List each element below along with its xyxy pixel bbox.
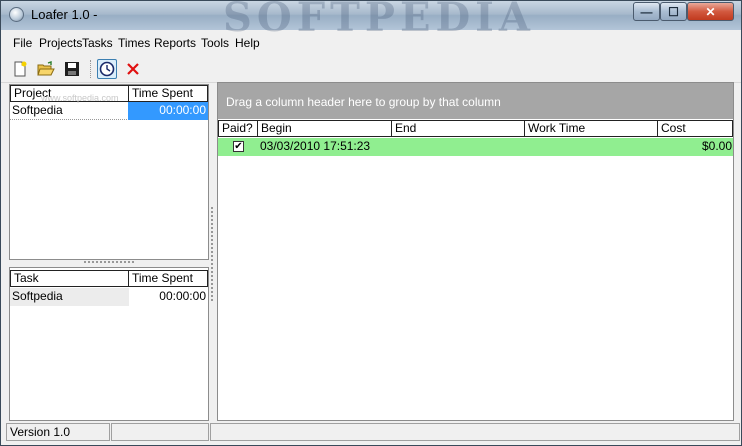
menu-tasks[interactable]: Tasks (82, 36, 113, 50)
project-row-name[interactable]: Softpedia (10, 102, 129, 120)
status-bar: Version 1.0 (1, 421, 741, 445)
projects-header-time[interactable]: Time Spent (128, 85, 208, 102)
menu-bar: File Projects Tasks Times Reports Tools … (1, 32, 741, 54)
menu-tools[interactable]: Tools (201, 36, 229, 50)
clock-timer-icon[interactable] (97, 59, 117, 79)
times-header-end[interactable]: End (391, 120, 525, 137)
new-document-icon[interactable] (10, 59, 30, 79)
vertical-splitter[interactable] (210, 206, 214, 302)
times-row-end[interactable] (394, 138, 524, 156)
menu-times[interactable]: Times (118, 36, 150, 50)
maximize-button[interactable]: ☐ (660, 2, 687, 21)
toolbar-separator (90, 60, 92, 78)
project-row-time[interactable]: 00:00:00 (128, 102, 208, 120)
task-row-name[interactable]: Softpedia (10, 288, 129, 306)
times-header-cost[interactable]: Cost (657, 120, 733, 137)
save-disk-icon[interactable] (62, 59, 82, 79)
check-icon: ✔ (234, 141, 243, 152)
menu-projects[interactable]: Projects (39, 36, 82, 50)
task-row-time[interactable]: 00:00:00 (128, 288, 208, 306)
times-header-begin[interactable]: Begin (257, 120, 392, 137)
close-button[interactable]: ✕ (687, 2, 734, 21)
tasks-header-time[interactable]: Time Spent (128, 270, 208, 287)
times-row-cost[interactable]: $0.00 (657, 138, 733, 156)
paid-checkbox[interactable]: ✔ (233, 141, 244, 152)
menu-file[interactable]: File (13, 36, 32, 50)
status-panel-2 (111, 423, 209, 441)
times-row-work-time[interactable] (527, 138, 657, 156)
tasks-header-task[interactable]: Task (10, 270, 129, 287)
group-hint: Drag a column header here to group by th… (226, 95, 501, 109)
title-bar[interactable]: Loafer 1.0 - SOFTPEDIA — ☐ ✕ (1, 1, 741, 41)
open-folder-icon[interactable] (36, 59, 56, 79)
status-version: Version 1.0 (6, 423, 110, 441)
app-icon[interactable] (9, 7, 24, 22)
window-title: Loafer 1.0 - (31, 7, 98, 22)
group-by-area[interactable]: Drag a column header here to group by th… (218, 83, 733, 119)
times-row-begin[interactable]: 03/03/2010 17:51:23 (260, 138, 390, 156)
menu-help[interactable]: Help (235, 36, 260, 50)
horizontal-splitter[interactable] (83, 260, 135, 264)
minimize-button[interactable]: — (633, 2, 660, 21)
status-panel-3 (210, 423, 740, 441)
delete-x-icon[interactable] (123, 59, 143, 79)
times-header-work-time[interactable]: Work Time (524, 120, 658, 137)
app-window: Loafer 1.0 - SOFTPEDIA — ☐ ✕ File Projec… (0, 0, 742, 446)
row-watermark: www.softpedia.com (41, 93, 119, 103)
menu-reports[interactable]: Reports (154, 36, 196, 50)
toolbar (1, 56, 741, 83)
times-header-paid[interactable]: Paid? (218, 120, 258, 137)
